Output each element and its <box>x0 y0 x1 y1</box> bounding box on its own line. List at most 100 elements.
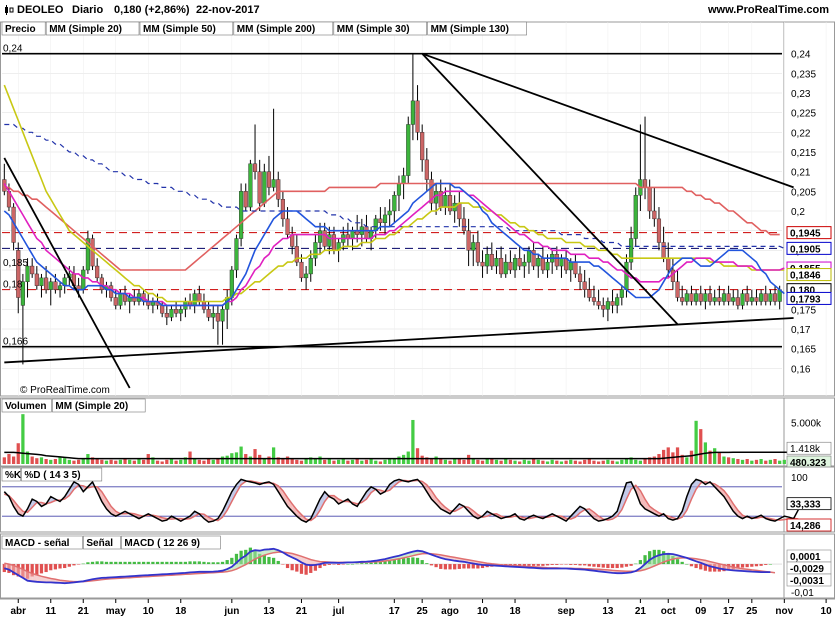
x-axis-label: jun <box>223 606 239 617</box>
volume-bar <box>531 459 536 464</box>
volume-bar <box>336 459 341 464</box>
volume-bar <box>434 456 438 464</box>
candle-body <box>587 289 592 298</box>
macd-histogram-bar <box>90 561 95 565</box>
macd-histogram-bar <box>587 564 591 567</box>
macd-histogram-bar <box>754 564 759 567</box>
volume-value-tag-label: 1.418k <box>790 444 821 455</box>
candle-body <box>680 297 685 302</box>
volume-bar <box>555 460 559 464</box>
candle-body <box>745 293 750 302</box>
macd-histogram-bar <box>295 564 299 572</box>
candle-body <box>44 277 49 290</box>
macd-histogram-bar <box>439 564 443 569</box>
volume-bar <box>132 460 136 464</box>
stoch-tick-label: 100 <box>791 473 808 484</box>
price-legend-1: MM (Simple 20) <box>49 24 122 35</box>
macd-histogram-bar <box>689 564 694 567</box>
candle-body <box>192 293 197 306</box>
volume-bar <box>638 460 643 464</box>
macd-histogram-bar <box>541 564 545 566</box>
candle-body <box>461 218 467 231</box>
macd-tick-label: -0,01 <box>791 588 814 599</box>
price-value-tag-label: 0,1905 <box>790 244 821 255</box>
price-left-label: 0,166 <box>3 337 28 348</box>
candle-body <box>489 254 494 267</box>
volume-bar <box>415 448 420 464</box>
volume-bar <box>615 461 619 464</box>
price-left-label: 0,18 <box>3 280 23 291</box>
x-axis-label: 25 <box>417 606 429 617</box>
macd-histogram-bar <box>448 564 452 570</box>
macd-histogram-bar <box>299 564 304 574</box>
candle-body <box>95 265 100 279</box>
stoch-value-tag-label: 14,286 <box>790 521 821 532</box>
macd-histogram-bar <box>425 563 429 565</box>
candle-body <box>197 293 202 302</box>
candle-body <box>239 191 244 239</box>
candle-body <box>322 230 327 247</box>
price-value-tag-label: 0,1793 <box>790 294 821 305</box>
volume-bar <box>550 459 554 464</box>
candle-body <box>508 261 513 271</box>
macd-histogram-bar <box>740 564 745 568</box>
volume-bar <box>123 459 127 464</box>
candle-body <box>364 226 369 239</box>
candle-body <box>731 297 736 302</box>
candle-body <box>726 293 731 302</box>
volume-bar <box>601 460 605 464</box>
volume-bar <box>165 459 169 464</box>
candle-body <box>759 293 764 302</box>
volume-bar <box>63 458 67 464</box>
x-axis-label: 21 <box>78 606 90 617</box>
macd-histogram-bar <box>768 564 773 565</box>
candle-body <box>415 100 420 133</box>
macd-histogram-bar <box>443 564 448 570</box>
macd-histogram-bar <box>596 564 601 568</box>
volume-bar <box>536 459 540 464</box>
candle-body <box>749 297 754 302</box>
candle-body <box>57 285 63 290</box>
volume-bar <box>448 460 452 464</box>
volume-bar <box>295 459 299 464</box>
macd-histogram-bar <box>155 561 160 565</box>
price-left-label: 0,185 <box>3 258 28 269</box>
candle-body <box>410 100 415 125</box>
volume-bar <box>527 460 531 464</box>
price-legend-0: Precio <box>5 24 36 35</box>
macd-histogram-bar <box>341 564 345 565</box>
x-axis-label: 10 <box>143 606 155 617</box>
volume-bar <box>137 459 141 464</box>
candle-body <box>573 261 578 275</box>
volume-bar <box>174 460 178 464</box>
volume-bar <box>318 456 322 464</box>
volume-bar <box>666 447 670 464</box>
macd-histogram-bar <box>327 564 331 565</box>
candle-body <box>619 289 624 298</box>
macd-histogram-bar <box>262 555 266 565</box>
volume-bar <box>304 459 308 464</box>
macd-histogram-bar <box>183 561 188 565</box>
volume-bar <box>109 459 113 464</box>
volume-bar <box>578 461 582 464</box>
candle-body <box>494 258 499 267</box>
volume-bar <box>49 459 53 464</box>
volume-bar <box>462 459 466 464</box>
candle-body <box>457 202 462 220</box>
macd-histogram-bar <box>545 564 550 566</box>
candle-body <box>675 281 680 298</box>
macd-histogram-bar <box>76 564 81 565</box>
x-axis-label: 17 <box>723 606 735 617</box>
stoch-panel-frame <box>0 466 835 533</box>
candle-body <box>554 254 559 267</box>
x-axis-label: 13 <box>602 606 614 617</box>
volume-bar <box>285 456 290 464</box>
macd-histogram-bar <box>346 564 350 565</box>
candle-body <box>178 309 183 314</box>
candle-body <box>39 277 44 286</box>
volume-bar <box>239 446 243 464</box>
macd-histogram-bar <box>634 563 638 565</box>
x-axis-label: 25 <box>746 606 758 617</box>
candle-body <box>447 195 453 212</box>
volume-bar <box>675 447 680 464</box>
